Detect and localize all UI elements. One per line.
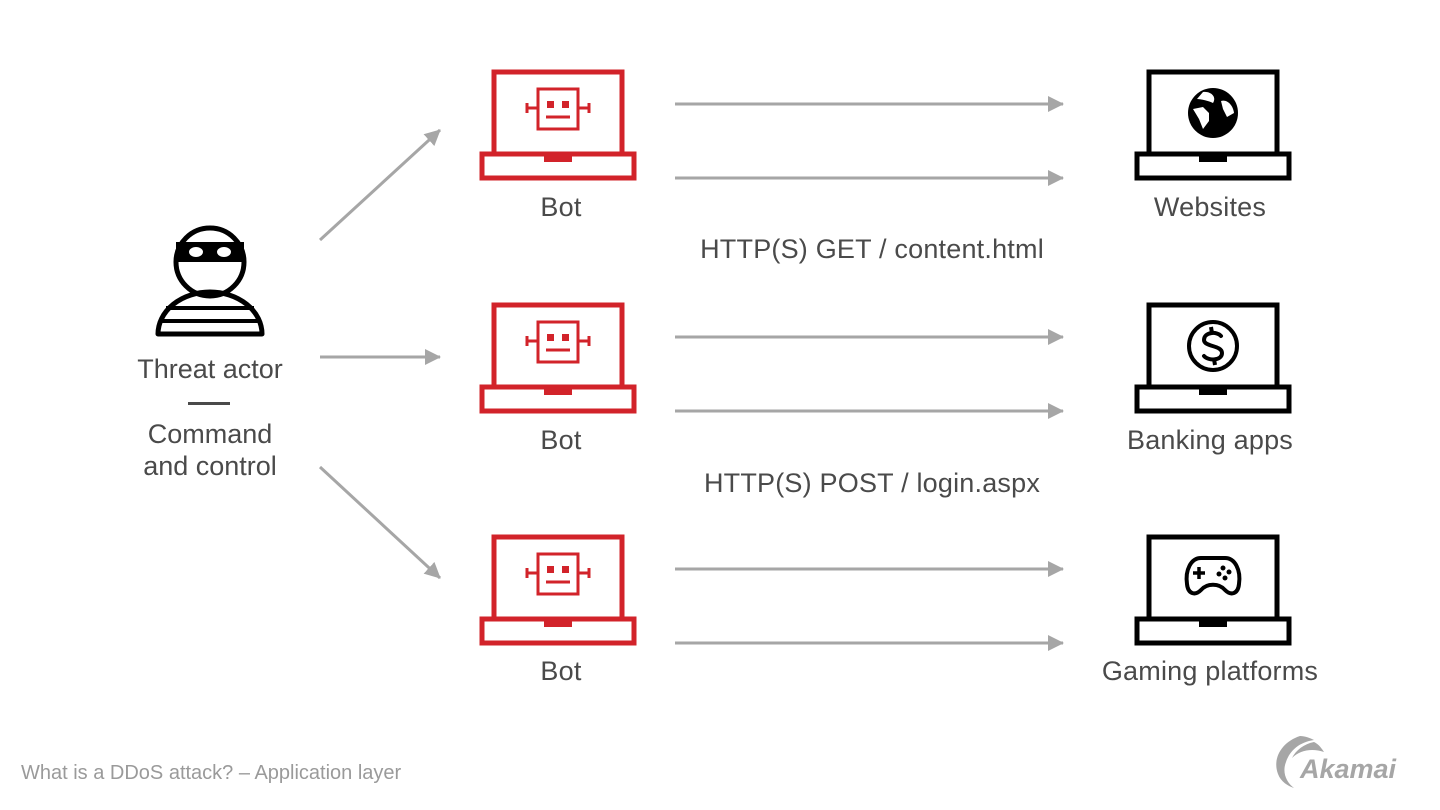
robot-icon xyxy=(525,552,591,596)
command-control-line1: Command xyxy=(147,419,273,449)
threat-actor-separator xyxy=(188,402,230,405)
burglar-icon xyxy=(155,225,265,337)
target-laptop-1 xyxy=(1134,69,1292,181)
dollar-coin-icon xyxy=(1187,320,1239,372)
globe-icon xyxy=(1188,88,1238,138)
target-label-gaming: Gaming platforms xyxy=(1101,656,1319,686)
request-label-get: HTTP(S) GET / content.html xyxy=(700,234,1044,264)
bot-laptop-2 xyxy=(479,302,637,414)
akamai-wordmark: Akamai xyxy=(1300,754,1397,784)
bot-laptop-1 xyxy=(479,69,637,181)
target-laptop-2 xyxy=(1134,302,1292,414)
threat-actor-label: Threat actor xyxy=(137,354,283,384)
target-laptop-3 xyxy=(1134,534,1292,646)
bot-label-2: Bot xyxy=(540,425,582,455)
command-control-line2: and control xyxy=(143,451,277,481)
arrow-c2-to-bot-1 xyxy=(318,128,442,242)
target-label-banking: Banking apps xyxy=(1126,425,1294,455)
arrow-c2-to-bot-3 xyxy=(318,465,442,580)
diagram-canvas xyxy=(155,69,1292,651)
bot-laptop-3 xyxy=(479,534,637,646)
robot-icon xyxy=(525,320,591,364)
diagram-caption: What is a DDoS attack? – Application lay… xyxy=(21,762,402,784)
gamepad-icon xyxy=(1184,556,1242,596)
target-label-websites: Websites xyxy=(1153,192,1267,222)
bot-label-1: Bot xyxy=(540,192,582,222)
robot-icon xyxy=(525,87,591,131)
request-label-post: HTTP(S) POST / login.aspx xyxy=(703,468,1041,498)
akamai-logo: Akamai xyxy=(1270,728,1430,790)
bot-label-3: Bot xyxy=(540,656,582,686)
